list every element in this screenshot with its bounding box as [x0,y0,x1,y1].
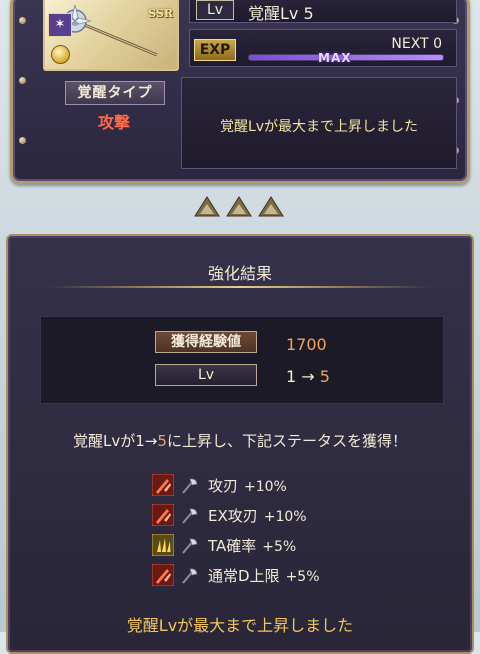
rivet-decoration [19,17,26,24]
bonus-label: TA確率 +5% [208,535,296,556]
exp-row: EXP NEXT 0 MAX [189,29,457,67]
axe-icon [182,478,198,494]
bonus-value: +10% [263,509,307,525]
awakening-summary: 覚醒Lvが1→5に上昇し、下記ステータスを獲得！ [8,430,472,451]
result-title: 強化結果 [207,264,272,283]
exp-gained-label: 獲得経験値 [155,331,257,353]
lv-label: Lv [155,364,257,386]
level-to: 5 [319,367,330,386]
bonus-value: +5% [285,569,320,585]
bonus-name: 攻刃 [208,477,239,495]
bonus-name: 通常D上限 [208,567,280,585]
rivet-decoration [19,137,26,144]
level-row: Lv 覚醒Lv 5 [189,0,457,23]
summary-level: 5 [157,432,167,450]
chevron-up-icon [194,196,220,217]
sword-boost-icon [152,504,174,526]
bonus-value: +10% [244,479,287,495]
lv-tag: Lv [196,0,234,20]
max-level-message: 覚醒Lvが最大まで上昇しました [219,119,419,135]
awakening-type-value: 攻撃 [97,113,130,132]
awakening-level-text: 覚醒Lv 5 [248,4,314,23]
chevron-up-icon [258,196,284,217]
enhancement-result-panel: 強化結果 獲得経験値 1700 Lv 1 → 5 覚醒Lvが1→5に上昇し、下記… [6,234,474,654]
rivet-decoration [19,77,26,84]
axe-icon [182,568,198,584]
footer-message: 覚醒Lvが最大まで上昇しました [126,616,354,635]
title-divider [48,286,432,288]
axe-icon [182,508,198,524]
gold-coin-icon [51,45,70,64]
bonus-label: EX攻刃 +10% [208,505,307,526]
next-exp-text: NEXT 0 [391,36,442,52]
summary-suffix: に上昇し、下記ステータスを獲得！ [166,432,407,450]
result-stats-box: 獲得経験値 1700 Lv 1 → 5 [40,316,444,404]
bonus-value: +5% [262,539,297,555]
exp-gained-value: 1700 [286,335,327,354]
level-from: 1 → [286,367,320,386]
summary-prefix: 覚醒Lvが1→ [73,432,158,450]
weapon-status-panel: ✶ SSR 覚醒タイプ 攻撃 Lv 覚醒Lv 5 EXP NEXT 0 MAX … [10,0,470,184]
bonus-name: TA確率 [208,537,257,555]
awakening-type-label: 覚醒タイプ [65,81,165,105]
triple-attack-icon [152,534,174,556]
chevron-up-icon [226,196,252,217]
rarity-badge: SSR [148,7,173,20]
bonus-label: 攻刃 +10% [208,475,287,496]
dark-element-icon: ✶ [48,13,72,37]
max-label: MAX [318,51,352,65]
level-change: 1 → 5 [286,367,330,386]
sword-boost-icon [152,474,174,496]
weapon-card[interactable]: ✶ SSR [43,0,179,71]
exp-tag: EXP [194,39,236,61]
axe-icon [182,538,198,554]
bonus-name: EX攻刃 [208,507,258,525]
bonus-label: 通常D上限 +5% [208,565,320,586]
sword-boost-icon [152,564,174,586]
message-box: 覚醒Lvが最大まで上昇しました [181,77,457,169]
